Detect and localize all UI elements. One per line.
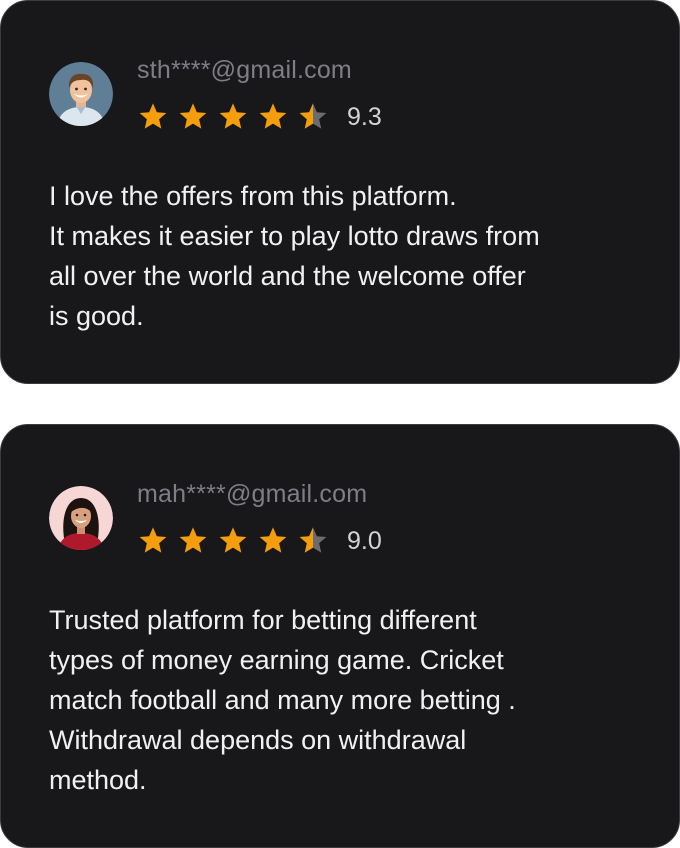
review-card: mah****@gmail.com 9.0 Trusted platform f… xyxy=(0,424,680,848)
star-icon xyxy=(219,527,247,553)
review-line: It makes it easier to play lotto draws f… xyxy=(49,221,540,251)
rating-row: 9.3 xyxy=(137,97,382,137)
half-star-icon xyxy=(299,527,327,553)
review-line: I love the offers from this platform. xyxy=(49,181,457,211)
user-avatar xyxy=(49,486,113,550)
star-icon xyxy=(219,103,247,129)
user-avatar xyxy=(49,62,113,126)
half-star-icon xyxy=(299,103,327,129)
star-icon xyxy=(139,527,167,553)
reviewer-email: sth****@gmail.com xyxy=(137,56,352,84)
rating-score: 9.0 xyxy=(347,526,382,555)
review-line: Trusted platform for betting different xyxy=(49,605,477,635)
woman-avatar-icon xyxy=(49,486,113,550)
review-text: I love the offers from this platform. It… xyxy=(49,176,649,336)
rating-score: 9.3 xyxy=(347,102,382,131)
star-icon xyxy=(179,527,207,553)
reviewer-email: mah****@gmail.com xyxy=(137,480,368,508)
review-card: sth****@gmail.com 9.3 I love the offers … xyxy=(0,0,680,384)
review-line: types of money earning game. Cricket xyxy=(49,645,504,675)
star-icon xyxy=(259,527,287,553)
review-line: match football and many more betting . xyxy=(49,685,516,715)
review-line: is good. xyxy=(49,301,144,331)
star-icon xyxy=(259,103,287,129)
man-avatar-icon xyxy=(49,62,113,126)
review-line: Withdrawal depends on withdrawal xyxy=(49,725,467,755)
review-line: all over the world and the welcome offer xyxy=(49,261,526,291)
star-icon xyxy=(179,103,207,129)
review-line: method. xyxy=(49,765,147,795)
rating-row: 9.0 xyxy=(137,521,382,561)
star-icon xyxy=(139,103,167,129)
review-text: Trusted platform for betting different t… xyxy=(49,600,649,800)
